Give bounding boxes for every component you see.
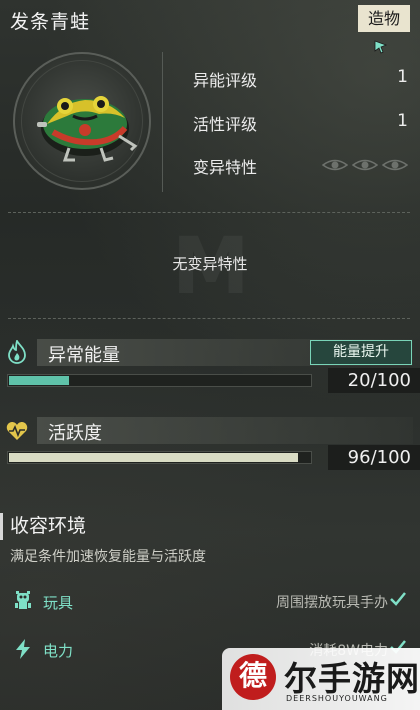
mutation-label: 变异特性 [193, 158, 258, 177]
pointer-icon [374, 40, 388, 54]
divider-bottom [8, 318, 410, 319]
creature-portrait [13, 52, 151, 190]
ability-rating-row: 异能评级 1 [193, 67, 408, 91]
activity-rating-value: 1 [397, 111, 408, 131]
portrait-divider [162, 52, 163, 192]
energy-bar-fill [9, 376, 69, 385]
toy-icon [15, 591, 31, 609]
energy-boost-button[interactable]: 能量提升 [310, 340, 412, 365]
energy-value: 20/100 [328, 368, 420, 393]
no-trait-text: 无变异特性 [172, 255, 248, 273]
env-item-power-name: 电力 [43, 642, 74, 660]
vitality-bar [7, 451, 312, 464]
vitality-label: 活跃度 [48, 423, 102, 444]
category-tag[interactable]: 造物 [358, 5, 410, 32]
site-logo: 德 [230, 654, 276, 700]
vitality-value: 96/100 [328, 445, 420, 470]
heart-pulse-icon [6, 422, 28, 440]
lightning-icon [16, 639, 30, 659]
page-title: 发条青蛙 [10, 11, 91, 33]
eye-icon [322, 159, 348, 171]
vitality-header: 活跃度 [37, 417, 413, 444]
header: 发条青蛙 造物 [0, 0, 420, 38]
env-item-toy: 玩具 周围摆放玩具手办 [0, 584, 420, 620]
containment-description: 满足条件加速恢复能量与活跃度 [10, 549, 206, 565]
env-item-toy-condition: 周围摆放玩具手办 [276, 595, 388, 611]
env-item-toy-name: 玩具 [43, 594, 74, 612]
mutation-row: 变异特性 [193, 154, 408, 178]
check-icon [390, 592, 406, 606]
eye-icon [382, 159, 408, 171]
eye-icon [352, 159, 378, 171]
vitality-bar-fill [9, 453, 298, 462]
activity-rating-row: 活性评级 1 [193, 111, 408, 135]
energy-label: 异常能量 [48, 345, 120, 366]
energy-bar [7, 374, 312, 387]
containment-title: 收容环境 [0, 513, 200, 540]
ability-rating-value: 1 [397, 67, 408, 87]
flame-icon [8, 340, 26, 364]
site-domain: DEERSHOUYOUWANG [286, 694, 388, 703]
frog-image [37, 96, 138, 162]
divider-top [8, 212, 410, 213]
activity-rating-label: 活性评级 [193, 115, 258, 134]
site-name: 尔手游网 [284, 659, 420, 698]
ability-rating-label: 异能评级 [193, 71, 258, 90]
energy-header: 异常能量 能量提升 [37, 339, 413, 366]
mutation-slots [322, 158, 408, 172]
site-watermark: 德 尔手游网 DEERSHOUYOUWANG [222, 648, 420, 710]
